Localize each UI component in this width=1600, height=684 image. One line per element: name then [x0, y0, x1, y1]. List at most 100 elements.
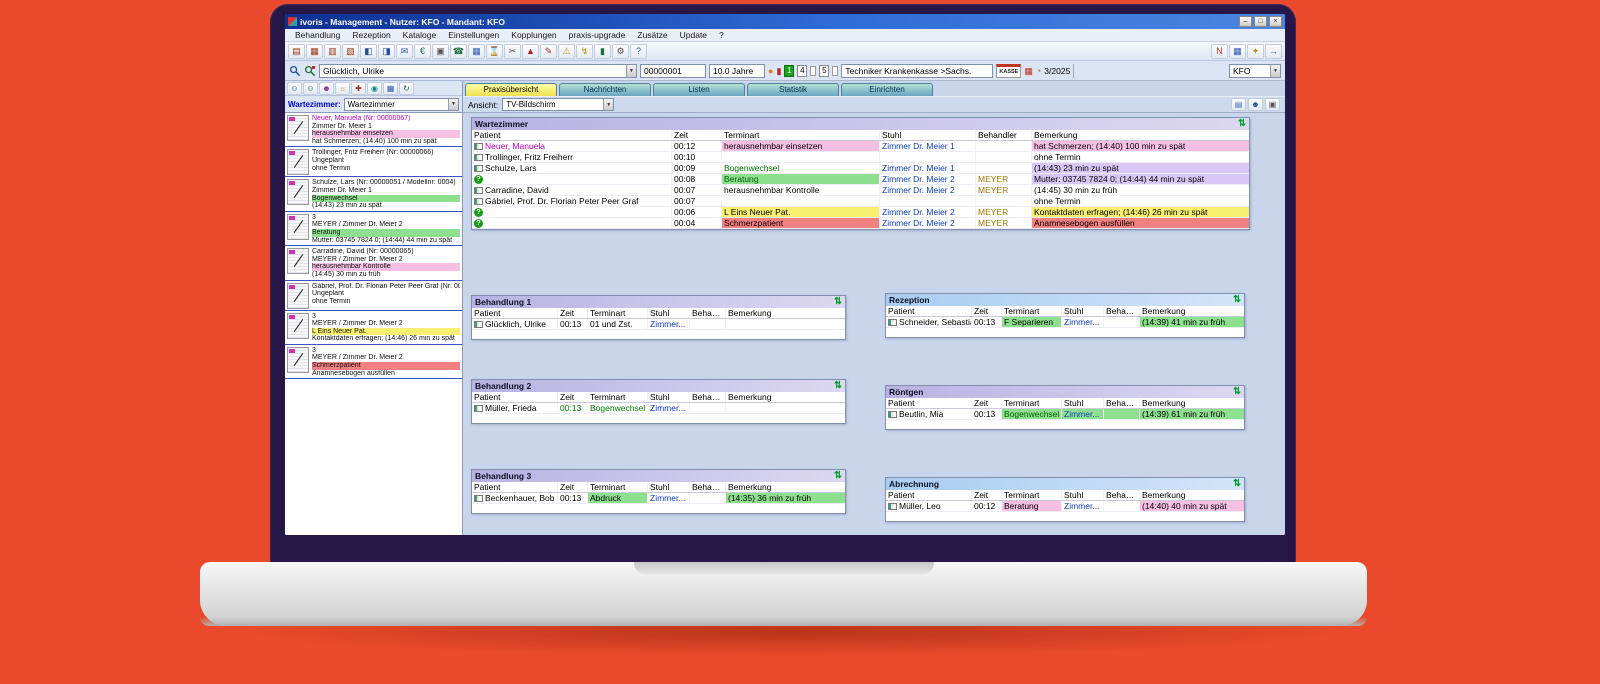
warning-icon[interactable]: ⚠ [558, 44, 575, 59]
emergency-icon[interactable]: ✚ [351, 82, 366, 95]
table-icon[interactable]: ▦ [1229, 44, 1246, 59]
minimize-button[interactable]: – [1239, 16, 1252, 27]
menu-kopplungen[interactable]: Kopplungen [505, 30, 562, 40]
help-icon[interactable]: ? [630, 44, 647, 59]
printer-icon[interactable]: ▣ [432, 44, 449, 59]
table-row[interactable]: Müller, Leo00:12BeratungZimmer...(14:40)… [886, 501, 1244, 512]
invoice-euro-icon[interactable]: € [414, 44, 431, 59]
quarter-globe-icon[interactable]: ◔ [1036, 64, 1041, 78]
grid-icon[interactable]: ▦ [383, 82, 398, 95]
letter-icon[interactable]: ✉ [396, 44, 413, 59]
recall-counter[interactable]: 1 [784, 65, 794, 77]
table-row[interactable]: Gábriel, Prof. Dr. Florian Peter Peer Gr… [472, 196, 1249, 207]
waiting-patient-item[interactable]: 3MEYER / Zimmer Dr. Meier 2BeratungMutte… [285, 212, 462, 246]
table-row[interactable]: Glücklich, Ulrike00:1301 und Zst.Zimmer.… [472, 319, 845, 330]
view-combobox[interactable]: TV-Bildschirm ▼ [502, 98, 614, 111]
tab-listen[interactable]: Listen [653, 83, 745, 96]
bonus-status-icon[interactable]: ● [768, 64, 773, 78]
status-box-b[interactable] [832, 66, 838, 76]
scissors-icon[interactable]: ✂ [504, 44, 521, 59]
bema-icon[interactable]: ▦ [1024, 64, 1033, 78]
waiting-patient-item[interactable]: Neuer, Manuela (Nr: 00000067)Zimmer Dr. … [285, 113, 462, 147]
menu-update[interactable]: Update [674, 30, 713, 40]
phone-icon[interactable]: ☎ [450, 44, 467, 59]
archive-icon[interactable]: ◨ [378, 44, 395, 59]
staff-icon[interactable]: ☻ [319, 82, 334, 95]
dental-chart-icon[interactable]: ▦ [306, 44, 323, 59]
waiting-patient-item[interactable]: Gábriel, Prof. Dr. Florian Peter Peer Gr… [285, 281, 462, 311]
counter-4[interactable]: 4 [797, 65, 807, 77]
table-row[interactable]: Schneider, Sebastian00:13F SeparierenZim… [886, 317, 1244, 328]
dropdown-arrow-icon[interactable]: ▼ [1270, 65, 1280, 77]
waiting-patient-item[interactable]: Trollinger, Fritz Freiherr (Nr: 00000066… [285, 147, 462, 177]
refresh-icon[interactable]: ↻ [399, 82, 414, 95]
waiting-patient-item[interactable]: 3MEYER / Zimmer Dr. Meier 2L Eins Neuer … [285, 311, 462, 345]
table-row[interactable]: Neuer, Manuela00:12herausnehmbar einsetz… [472, 141, 1249, 152]
menu-hilfe[interactable]: ? [713, 30, 730, 40]
table-row[interactable]: ?00:04SchmerzpatientZimmer Dr. Meier 2ME… [472, 218, 1249, 229]
treatment-plan-icon[interactable]: ▧ [342, 44, 359, 59]
findings-icon[interactable]: ▥ [324, 44, 341, 59]
statistics-icon[interactable]: ▮ [594, 44, 611, 59]
mandant-combobox[interactable]: KFO ▼ [1229, 64, 1281, 78]
patient-icon[interactable]: ☺ [287, 82, 302, 95]
lightning-icon[interactable]: ↯ [576, 44, 593, 59]
menu-rezeption[interactable]: Rezeption [346, 30, 396, 40]
table-row[interactable]: ?00:08BeratungZimmer Dr. Meier 2MEYERMut… [472, 174, 1249, 185]
note-status-icon[interactable]: ▮ [776, 64, 781, 78]
insurance-field[interactable]: Techniker Krankenkasse >Sachs. [841, 64, 993, 78]
dropdown-arrow-icon[interactable]: ▼ [603, 99, 613, 110]
dropdown-arrow-icon[interactable]: ▼ [626, 65, 636, 77]
table-row[interactable]: Trollinger, Fritz Freiherr00:10ohne Term… [472, 152, 1249, 163]
print-view-icon[interactable]: ▣ [1265, 98, 1280, 111]
filter-sort-icon[interactable]: ⇅ [834, 297, 842, 307]
filter-sort-icon[interactable]: ⇅ [834, 471, 842, 481]
filter-sort-icon[interactable]: ⇅ [1238, 119, 1246, 129]
tab-statistik[interactable]: Statistik [747, 83, 839, 96]
tab-praxisuebersicht[interactable]: Praxisübersicht [465, 83, 557, 96]
menu-praxis-upgrade[interactable]: praxis-upgrade [563, 30, 632, 40]
waiting-room-combobox[interactable]: Wartezimmer ▼ [344, 98, 459, 111]
tab-einrichten[interactable]: Einrichten [841, 83, 933, 96]
settings-icon[interactable]: ⚙ [612, 44, 629, 59]
dropdown-arrow-icon[interactable]: ▼ [448, 99, 458, 110]
timer-icon[interactable]: ⌛ [486, 44, 503, 59]
tab-nachrichten[interactable]: Nachrichten [559, 83, 651, 96]
network-icon[interactable]: N [1211, 44, 1228, 59]
table-row[interactable]: Schulze, Lars00:09BogenwechselZimmer Dr.… [472, 163, 1249, 174]
filter-sort-icon[interactable]: ⇅ [834, 381, 842, 391]
patient-age-field[interactable]: 10.0 Jahre [709, 64, 765, 78]
menu-behandlung[interactable]: Behandlung [289, 30, 346, 40]
filter-sort-icon[interactable]: ⇅ [1233, 479, 1241, 489]
table-row[interactable]: Beckenhauer, Bob00:13AbdruckZimmer...(14… [472, 493, 845, 504]
patients-icon[interactable]: ☻ [1248, 98, 1263, 111]
table-row[interactable]: Carradine, David00:07herausnehmbar Kontr… [472, 185, 1249, 196]
kasse-badge[interactable]: KASSE [996, 64, 1021, 78]
family-icon[interactable]: ☺ [303, 82, 318, 95]
counter-5[interactable]: 5 [819, 65, 829, 77]
model-icon[interactable]: ◧ [360, 44, 377, 59]
waiting-patient-item[interactable]: Schulze, Lars (Nr: 00000051 / Modellnr: … [285, 177, 462, 211]
search-icon[interactable] [289, 65, 301, 77]
menu-kataloge[interactable]: Kataloge [397, 30, 443, 40]
menu-zusaetze[interactable]: Zusätze [631, 30, 673, 40]
filter-sort-icon[interactable]: ⇅ [1233, 295, 1241, 305]
filter-sort-icon[interactable]: ⇅ [1233, 387, 1241, 397]
status-box-a[interactable] [810, 66, 816, 76]
maximize-button[interactable]: □ [1254, 16, 1267, 27]
calendar-icon[interactable]: ▦ [468, 44, 485, 59]
patient-search-combobox[interactable]: Glücklich, Ulrike ▼ [319, 64, 637, 78]
day-view-icon[interactable]: ☼ [335, 82, 350, 95]
chart-icon[interactable]: ▲ [522, 44, 539, 59]
close-button[interactable]: × [1269, 16, 1282, 27]
pencil-icon[interactable]: ✎ [540, 44, 557, 59]
table-row[interactable]: Beutlin, Mia00:13BogenwechselZimmer...(1… [886, 409, 1244, 420]
waiting-patient-item[interactable]: 3MEYER / Zimmer Dr. Meier 2Schmerzpatien… [285, 345, 462, 379]
menu-einstellungen[interactable]: Einstellungen [442, 30, 505, 40]
world-icon[interactable]: ◉ [367, 82, 382, 95]
page-icon[interactable]: ▤ [1231, 98, 1246, 111]
waiting-patient-item[interactable]: Carradine, David (Nr: 00000065)MEYER / Z… [285, 246, 462, 280]
table-row[interactable]: ?00:06L Eins Neuer Pat.Zimmer Dr. Meier … [472, 207, 1249, 218]
advanced-search-icon[interactable] [304, 65, 316, 77]
patient-number-field[interactable]: 00000001 [640, 64, 706, 78]
